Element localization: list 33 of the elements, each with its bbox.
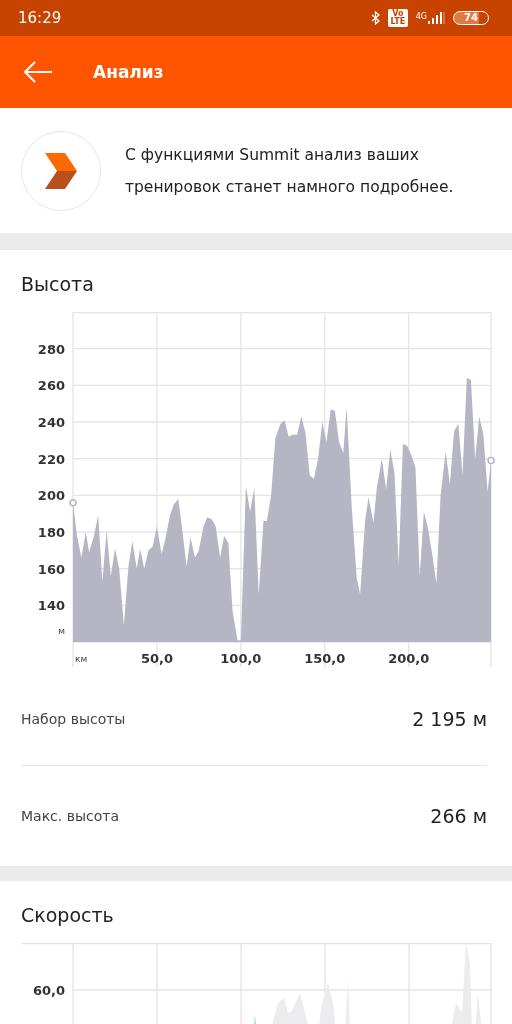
battery-indicator: 74	[453, 11, 489, 25]
back-arrow-icon	[23, 61, 53, 83]
axis-tick-label: 260	[37, 378, 65, 394]
volte-badge: Vo LTE	[387, 9, 408, 27]
network-type-label: 4G	[415, 12, 428, 21]
axis-tick-label: 50,0	[140, 651, 173, 666]
axis-tick-label: 60,0	[32, 983, 65, 998]
section-title: Высота	[21, 272, 95, 297]
axis-tick-label: 140	[37, 598, 65, 614]
stat-label: Набор высоты	[21, 710, 126, 727]
bluetooth-icon	[370, 11, 380, 25]
axis-tick-label: 100,0	[220, 651, 262, 666]
axis-unit-label: км	[75, 654, 88, 664]
axis-tick-label: 240	[37, 415, 65, 430]
axis-tick-label: 220	[37, 451, 65, 467]
axis-tick-label: 200,0	[388, 651, 430, 666]
stat-value: 2 195 м	[412, 707, 487, 730]
endpoint-marker	[69, 498, 77, 507]
axis-tick-label: 160	[37, 561, 65, 577]
chevron-icon	[45, 152, 77, 189]
axis-tick-label: 150,0	[304, 651, 346, 666]
axis-tick-label: 280	[37, 341, 65, 357]
axis-tick-label: 180	[37, 525, 65, 540]
axis-unit-label: м	[58, 626, 65, 636]
stat-label: Макс. высота	[21, 808, 119, 824]
screen-title: Анализ	[93, 62, 164, 82]
section-title: Скорость	[21, 903, 115, 928]
clock-time: 16:29	[18, 9, 62, 27]
signal-icon	[427, 12, 446, 24]
stat-value: 266 м	[430, 805, 487, 827]
axis-tick-label: 200	[37, 488, 65, 504]
endpoint-marker	[487, 456, 495, 465]
promo-text: С функциями Summit анализ ваших тренировок станет намного подробнее.	[125, 144, 455, 198]
